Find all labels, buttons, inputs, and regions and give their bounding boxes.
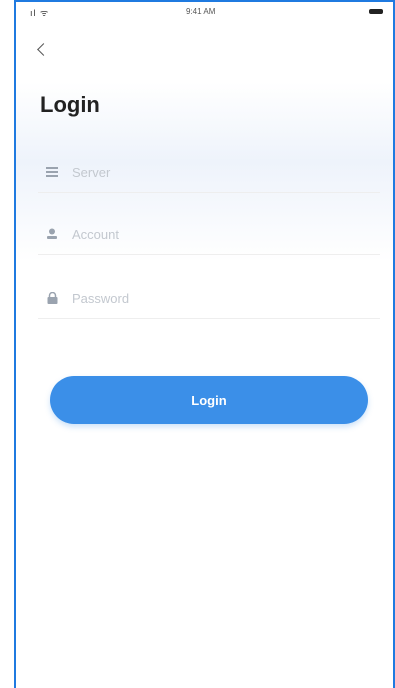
app-screen: ıl ᯤ 9:41 AM Login Server Account Login: [0, 0, 395, 688]
signal-wifi-icon: ıl ᯤ: [30, 8, 50, 18]
page-title: Login: [40, 92, 100, 117]
server-field[interactable]: [38, 152, 380, 193]
user-icon: [44, 226, 60, 242]
chevron-left-icon: [37, 43, 50, 56]
login-button[interactable]: Login: [50, 376, 368, 424]
account-input[interactable]: [70, 225, 354, 243]
login-page: ıl ᯤ 9:41 AM Login Server Account Login: [16, 2, 393, 688]
battery-icon: [369, 9, 383, 14]
status-time: 9:41 AM: [186, 7, 216, 16]
password-field[interactable]: [38, 278, 380, 319]
server-icon: [44, 164, 60, 180]
account-field[interactable]: [38, 214, 380, 255]
status-bar: ıl ᯤ 9:41 AM: [16, 2, 393, 22]
back-button[interactable]: [34, 42, 50, 58]
lock-icon: [44, 290, 60, 306]
server-input[interactable]: [70, 163, 354, 181]
password-input[interactable]: [70, 289, 354, 307]
